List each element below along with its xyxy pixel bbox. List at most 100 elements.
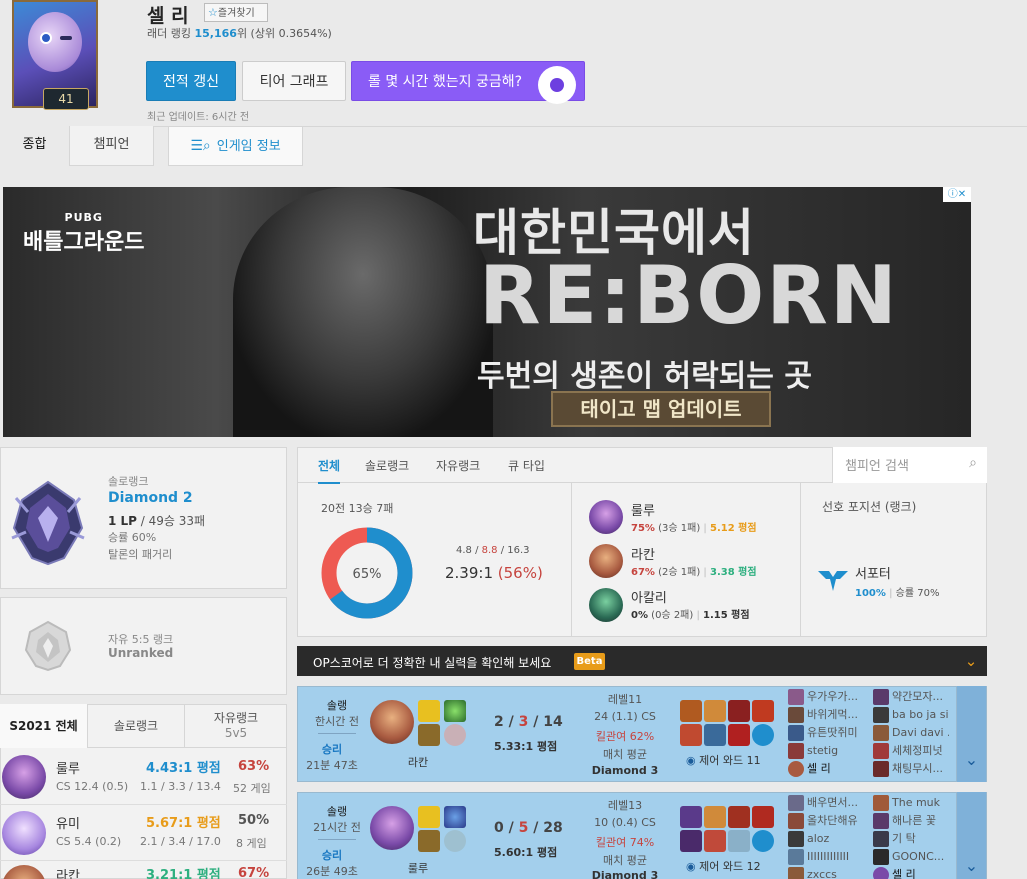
tab-ingame[interactable]: ☰⌕ 인게임 정보 <box>168 126 303 166</box>
item-icon[interactable] <box>728 724 750 746</box>
season-tab-all[interactable]: S2021 전체 <box>0 704 88 748</box>
item-icon[interactable] <box>704 724 726 746</box>
season-champion-row[interactable]: 라칸 3.21:1 평점 67% <box>0 861 287 879</box>
tier-graph-button[interactable]: 티어 그래프 <box>242 61 346 101</box>
item-icon[interactable] <box>680 830 702 852</box>
position-winrate: 승률 70% <box>895 588 940 599</box>
summary-tab-all[interactable]: 전체 <box>318 457 341 484</box>
champion-cs: CS 5.4 (0.2) <box>56 835 122 848</box>
champion-kda: 3.21:1 평점 <box>146 868 221 879</box>
item-icon[interactable] <box>680 724 702 746</box>
role-hours-button[interactable]: 롤 몇 시간 했는지 궁금해? <box>351 61 585 104</box>
player-name-self[interactable]: 셀 리 <box>873 866 949 879</box>
ad-brand-logo: PUBG 배틀그라운드 <box>23 211 144 256</box>
ingame-search-icon: ☰⌕ <box>190 138 211 154</box>
item-icon[interactable] <box>704 806 726 828</box>
season-champion-row[interactable]: 유미 CS 5.4 (0.2) 5.67:1 평점 2.1 / 3.4 / 17… <box>0 805 287 861</box>
player-name-self[interactable]: 셀 리 <box>788 760 864 778</box>
kda-separator: / <box>471 545 482 556</box>
summary-tab-flex[interactable]: 자유랭크 <box>436 457 480 474</box>
solo-rank-winrate: 승률 60% <box>108 531 157 544</box>
most-champion-name[interactable]: 룰루 <box>631 500 655 519</box>
most-champion-portrait <box>589 500 623 534</box>
player-name[interactable]: 올차단해유 <box>788 812 864 830</box>
player-name[interactable]: zxccs <box>788 866 864 879</box>
most-champion-stats: 67% (2승 1패) | 3.38 평점 <box>631 567 757 578</box>
tab-summary[interactable]: 종합 <box>0 126 70 166</box>
player-name[interactable]: 약간모자... <box>873 688 949 706</box>
season-champion-row[interactable]: 룰루 CS 12.4 (0.5) 4.43:1 평점 1.1 / 3.3 / 1… <box>0 749 287 805</box>
match-kda: 2 / 3 / 14 <box>494 714 563 730</box>
renew-button[interactable]: 전적 갱신 <box>146 61 236 101</box>
most-champion-name[interactable]: 아칼리 <box>631 587 667 606</box>
control-ward-count: ◉ 제어 와드 12 <box>686 858 761 874</box>
match-expand-chevron-icon[interactable]: ⌄ <box>956 792 986 879</box>
player-name[interactable]: aloz <box>788 830 864 848</box>
profile-icon-eye <box>40 32 52 44</box>
match-champion-portrait[interactable] <box>370 700 414 744</box>
ad-close-icon[interactable]: ⓘ✕ <box>943 187 971 202</box>
tab-champion[interactable]: 챔피언 <box>70 126 154 166</box>
champion-name: 유미 <box>56 817 80 832</box>
player-name[interactable]: 기 탁 <box>873 830 949 848</box>
player-name[interactable]: ba bo ja sik <box>873 706 949 724</box>
match-expand-chevron-icon[interactable]: ⌄ <box>956 686 986 782</box>
player-name[interactable]: 유튼땃쥐미 <box>788 724 864 742</box>
player-name[interactable]: 우가우가... <box>788 688 864 706</box>
item-icon[interactable] <box>680 700 702 722</box>
flex-rank-tier: Unranked <box>108 646 174 660</box>
trinket-icon[interactable] <box>752 724 774 746</box>
player-name[interactable]: GOONC... <box>873 848 949 866</box>
player-name[interactable]: 배우면서... <box>788 794 864 812</box>
solo-lp-value: 1 LP <box>108 514 137 528</box>
divider <box>318 733 356 734</box>
player-name[interactable]: IIIIIIIIIIIII <box>788 848 864 866</box>
trinket-icon[interactable] <box>752 830 774 852</box>
match-champion-portrait[interactable] <box>370 806 414 850</box>
item-icon[interactable] <box>704 830 726 852</box>
match-champion-name: 라칸 <box>407 756 429 769</box>
chevron-down-icon[interactable]: ⌄ <box>957 648 985 674</box>
season-tab-solo[interactable]: 솔로랭크 <box>88 704 185 748</box>
season-tab-flex[interactable]: 자유랭크 5v5 <box>185 704 287 748</box>
match-assists: 14 <box>543 714 563 730</box>
team-blue: 우가우가... 바위게먹... 유튼땃쥐미 stetig 셀 리 <box>788 688 864 778</box>
match-deaths: 5 <box>518 820 529 836</box>
player-name[interactable]: stetig <box>788 742 864 760</box>
item-icon[interactable] <box>752 806 774 828</box>
player-name[interactable]: The muk <box>873 794 949 812</box>
player-name[interactable]: 해나른 꽃 <box>873 812 949 830</box>
favorite-button[interactable]: ☆즐겨찾기 <box>204 3 268 22</box>
player-name[interactable]: 채팅무시... <box>873 760 949 778</box>
match-cs: 24 (1.1) CS <box>594 710 656 723</box>
champion-search-input[interactable]: 챔피언 검색 ⌕ <box>832 447 987 483</box>
level-badge: 41 <box>43 88 89 110</box>
player-name[interactable]: Davi davi ... <box>873 724 949 742</box>
player-name[interactable]: 바위게먹... <box>788 706 864 724</box>
most-champion-winrate: 75% <box>631 523 655 534</box>
most-champion-winrate: 0% <box>631 610 648 621</box>
summary-tab-queue[interactable]: 큐 타입 <box>508 457 545 474</box>
summary-tab-solo[interactable]: 솔로랭크 <box>365 457 409 474</box>
avg-assists: 16.3 <box>507 545 530 556</box>
rune-secondary-icon <box>444 724 466 746</box>
ad-banner[interactable]: PUBG 배틀그라운드 대한민국에서 RE:BORN 두번의 생존이 허락되는 곳… <box>3 187 971 437</box>
match-duration: 21분 47초 <box>306 759 358 772</box>
most-champion-name[interactable]: 라칸 <box>631 544 655 563</box>
champion-games: 52 게임 <box>233 782 271 795</box>
item-icon[interactable] <box>728 700 750 722</box>
ladder-prefix: 래더 랭킹 <box>147 27 191 40</box>
season-tab-flex-label: 자유랭크 <box>213 711 259 725</box>
item-icon[interactable] <box>728 806 750 828</box>
item-icon[interactable] <box>704 700 726 722</box>
rune-primary-icon <box>418 830 440 852</box>
preferred-position-title: 선호 포지션 (랭크) <box>822 500 917 514</box>
position-stats: 100% | 승률 70% <box>855 588 940 599</box>
ad-subtitle: 두번의 생존이 허락되는 곳 <box>477 359 812 394</box>
item-icon[interactable] <box>752 700 774 722</box>
item-icon[interactable] <box>680 806 702 828</box>
champion-kda: 4.43:1 평점 <box>146 761 221 776</box>
ladder-rank[interactable]: 래더 랭킹 15,166위 (상위 0.3654%) <box>147 25 332 41</box>
player-name[interactable]: 세체정피넛 <box>873 742 949 760</box>
match-kill-participation: 킬관여 74% <box>595 836 655 849</box>
